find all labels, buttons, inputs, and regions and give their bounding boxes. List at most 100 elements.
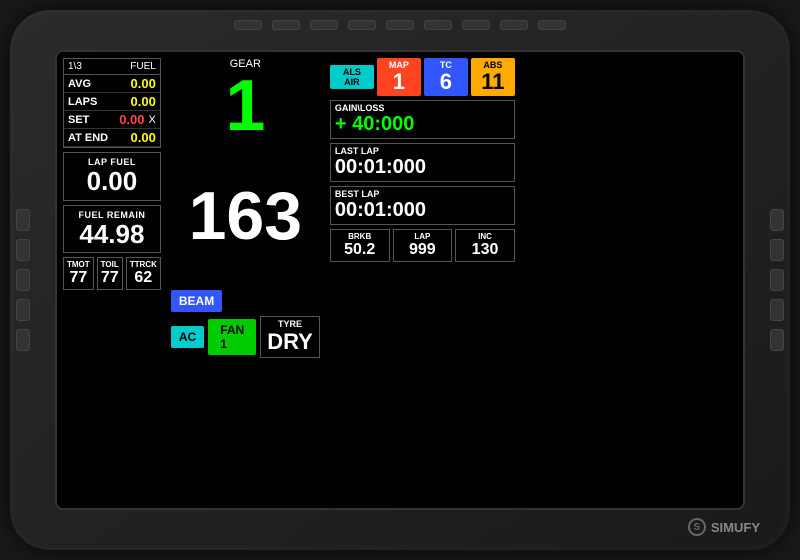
fan-box: FAN 1: [208, 319, 256, 355]
ac-fan-tyre-row: AC FAN 1 TYRE DRY: [171, 316, 320, 358]
left-btn-1[interactable]: [16, 209, 30, 231]
fuel-remain-box: FUEL REMAIN 44.98: [63, 205, 161, 254]
top-buttons: [234, 20, 566, 30]
gear-section: GEAR 1: [171, 58, 320, 142]
top-btn-1[interactable]: [234, 20, 262, 30]
simufy-logo: S SIMUFY: [688, 518, 760, 536]
ttrck-box: TTRCK 62: [126, 257, 161, 290]
top-btn-4[interactable]: [348, 20, 376, 30]
ac-box: AC: [171, 326, 204, 348]
top-btn-2[interactable]: [272, 20, 300, 30]
atend-value: 0.00: [131, 130, 156, 145]
abs-value: 11: [481, 70, 504, 94]
right-btn-4[interactable]: [770, 299, 784, 321]
bottom-right-stats: BRKB 50.2 LAP 999 INC 130: [330, 229, 515, 262]
avg-value: 0.00: [131, 76, 156, 91]
tc-value: 6: [440, 70, 452, 94]
inc-box: INC 130: [455, 229, 515, 262]
tyre-label: TYRE: [267, 319, 313, 329]
lap-fuel-value: 0.00: [68, 167, 156, 196]
laps-label: LAPS: [68, 96, 97, 108]
best-lap-label: BEST LAP: [335, 189, 510, 199]
fuel-row-set: SET 0.00 X: [64, 111, 160, 129]
right-btn-5[interactable]: [770, 329, 784, 351]
right-btn-2[interactable]: [770, 239, 784, 261]
right-btn-1[interactable]: [770, 209, 784, 231]
fuel-header: 1\3 FUEL: [64, 59, 160, 75]
right-side-buttons: [770, 209, 784, 351]
tmot-value: 77: [67, 269, 90, 287]
top-btn-5[interactable]: [386, 20, 414, 30]
ttrck-value: 62: [130, 269, 157, 287]
fuel-remain-value: 44.98: [68, 220, 156, 249]
lap-count-value: 999: [397, 241, 449, 259]
top-btn-6[interactable]: [424, 20, 452, 30]
speed-value: 163: [189, 182, 302, 250]
atend-label: AT END: [68, 132, 108, 144]
last-lap-box: LAST LAP 00:01:000: [330, 143, 515, 182]
left-side-buttons: [16, 209, 30, 351]
left-btn-5[interactable]: [16, 329, 30, 351]
inc-value: 130: [459, 241, 511, 259]
fuel-row-laps: LAPS 0.00: [64, 93, 160, 111]
als-label: ALS: [343, 67, 361, 77]
map-indicator: MAP 1: [377, 58, 421, 96]
left-column: 1\3 FUEL AVG 0.00 LAPS 0.00 SET: [63, 58, 161, 358]
speed-section: 163: [171, 146, 320, 286]
indicator-row: ALS AIR MAP 1 TC 6 ABS 1: [330, 58, 515, 96]
top-btn-7[interactable]: [462, 20, 490, 30]
session-label: 1\3: [68, 61, 82, 72]
right-btn-3[interactable]: [770, 269, 784, 291]
lap-count-box: LAP 999: [393, 229, 453, 262]
toil-value: 77: [101, 269, 119, 287]
best-lap-box: BEST LAP 00:01:000: [330, 186, 515, 225]
set-label: SET: [68, 114, 89, 126]
fuel-header-label: FUEL: [130, 61, 156, 72]
fuel-row-avg: AVG 0.00: [64, 75, 160, 93]
ttrck-label: TTRCK: [130, 260, 157, 269]
gear-value: 1: [171, 70, 320, 142]
abs-indicator: ABS 11: [471, 58, 515, 96]
x-label: X: [149, 114, 156, 126]
avg-label: AVG: [68, 78, 91, 90]
left-btn-2[interactable]: [16, 239, 30, 261]
right-column: ALS AIR MAP 1 TC 6 ABS 1: [330, 58, 515, 358]
left-btn-4[interactable]: [16, 299, 30, 321]
tmot-label: TMOT: [67, 260, 90, 269]
beam-box: BEAM: [171, 290, 222, 312]
als-indicator: ALS AIR: [330, 65, 374, 89]
toil-label: TOIL: [101, 260, 119, 269]
bottom-left-stats: TMOT 77 TOIL 77 TTRCK 62: [63, 257, 161, 290]
mid-bottom-controls: BEAM: [171, 290, 320, 312]
lap-count-label: LAP: [397, 232, 449, 241]
gain-loss-box: GAIN\LOSS + 40:000: [330, 100, 515, 139]
set-value: 0.00: [119, 112, 144, 127]
tmot-box: TMOT 77: [63, 257, 94, 290]
tyre-box: TYRE DRY: [260, 316, 320, 358]
air-label: AIR: [344, 77, 360, 87]
inc-label: INC: [459, 232, 511, 241]
best-lap-value: 00:01:000: [335, 199, 510, 222]
toil-box: TOIL 77: [97, 257, 123, 290]
gain-loss-label: GAIN\LOSS: [335, 103, 510, 113]
screen: 1\3 FUEL AVG 0.00 LAPS 0.00 SET: [55, 50, 745, 510]
brkb-value: 50.2: [334, 241, 386, 259]
top-btn-9[interactable]: [538, 20, 566, 30]
brkb-box: BRKB 50.2: [330, 229, 390, 262]
top-btn-3[interactable]: [310, 20, 338, 30]
middle-column: GEAR 1 163 BEAM AC FAN 1 TYRE: [165, 58, 326, 358]
tyre-value: DRY: [267, 329, 313, 355]
last-lap-value: 00:01:000: [335, 156, 510, 179]
fuel-row-atend: AT END 0.00: [64, 129, 160, 147]
device-shell: 1\3 FUEL AVG 0.00 LAPS 0.00 SET: [10, 10, 790, 550]
tc-indicator: TC 6: [424, 58, 468, 96]
brkb-label: BRKB: [334, 232, 386, 241]
simufy-icon: S: [688, 518, 706, 536]
map-value: 1: [393, 70, 405, 94]
top-btn-8[interactable]: [500, 20, 528, 30]
laps-value: 0.00: [131, 94, 156, 109]
left-btn-3[interactable]: [16, 269, 30, 291]
gain-loss-value: + 40:000: [335, 113, 510, 136]
simufy-brand: SIMUFY: [711, 520, 760, 535]
lap-fuel-box: LAP FUEL 0.00: [63, 152, 161, 201]
